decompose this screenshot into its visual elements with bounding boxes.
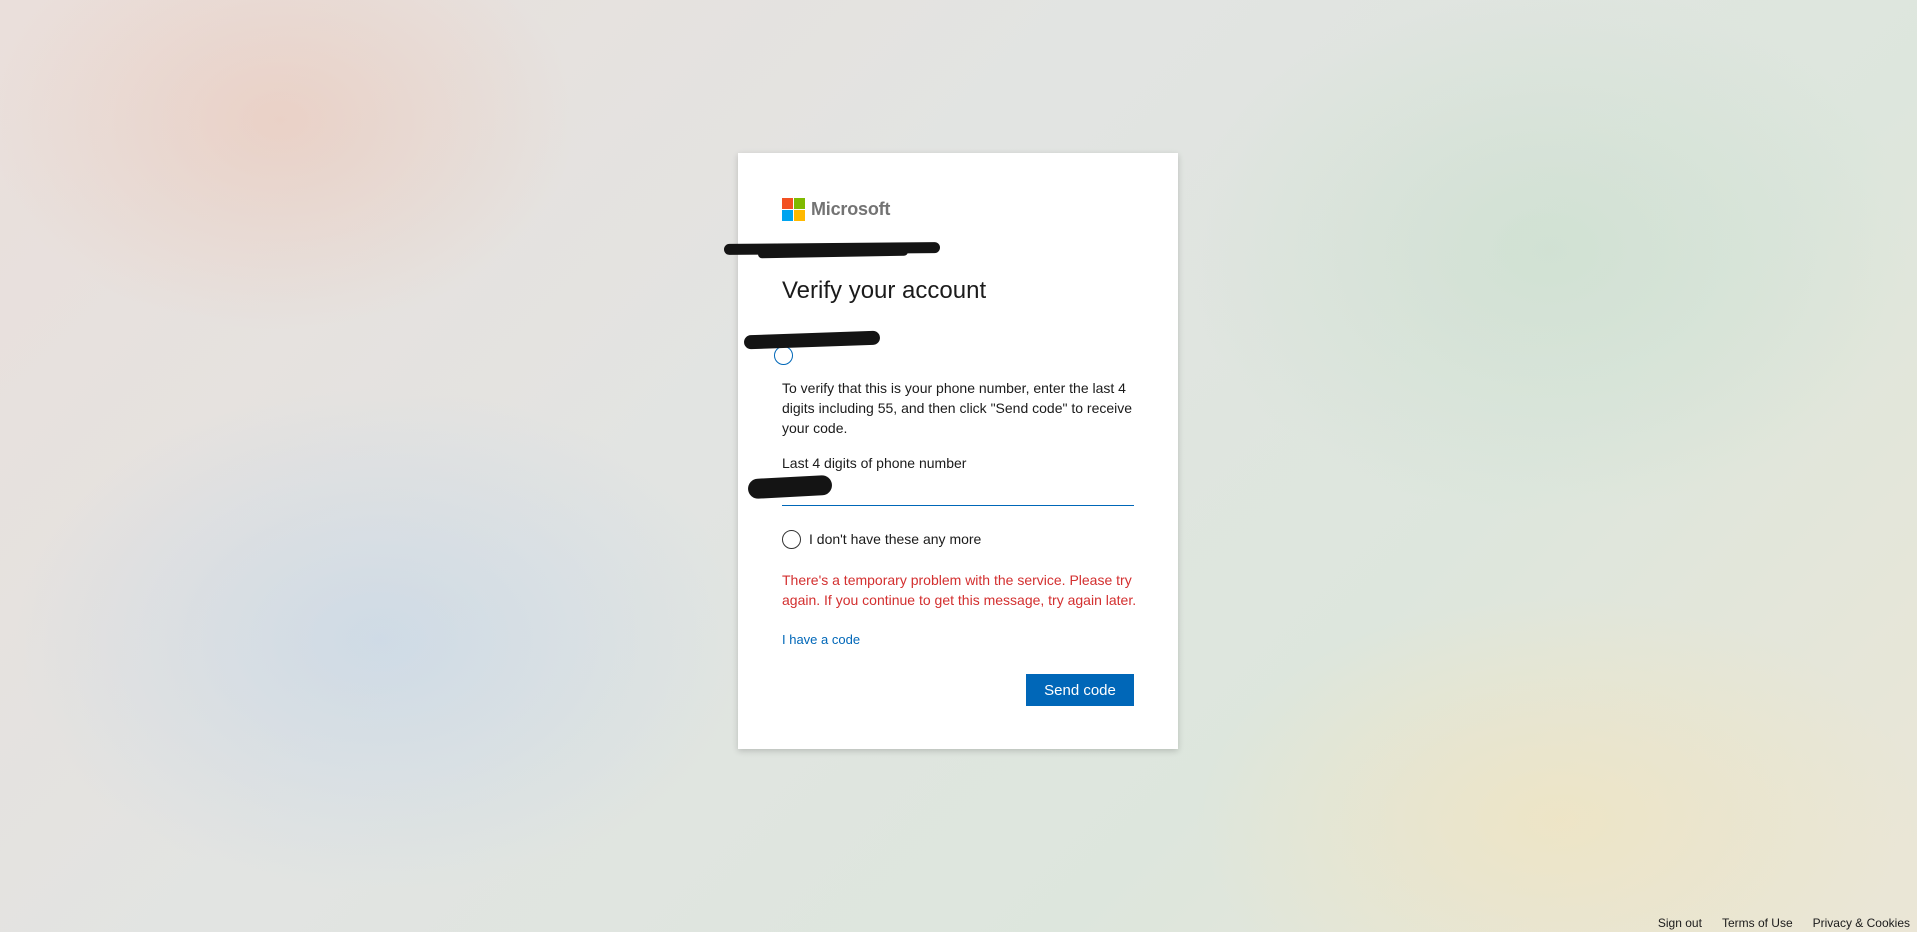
redaction-scribble-account-2 bbox=[757, 247, 909, 259]
sign-out-link[interactable]: Sign out bbox=[1658, 916, 1702, 930]
logo-square-yellow bbox=[794, 210, 805, 221]
brand-name: Microsoft bbox=[811, 199, 891, 219]
terms-of-use-link[interactable]: Terms of Use bbox=[1722, 916, 1793, 930]
no-access-option-radio[interactable] bbox=[782, 530, 801, 549]
verification-description: To verify that this is your phone number… bbox=[782, 380, 1133, 436]
phone-digits-input[interactable] bbox=[782, 475, 1134, 506]
error-message: There's a temporary problem with the ser… bbox=[782, 572, 1137, 608]
microsoft-logo-icon bbox=[782, 198, 805, 221]
have-code-link[interactable]: I have a code bbox=[782, 632, 860, 647]
phone-digits-label: Last 4 digits of phone number bbox=[782, 455, 967, 471]
no-access-option-label[interactable]: I don't have these any more bbox=[809, 531, 981, 547]
page-title: Verify your account bbox=[782, 277, 987, 304]
microsoft-logo: Microsoft bbox=[782, 198, 890, 221]
verify-card: Microsoft Verify your account To verify … bbox=[723, 153, 1178, 749]
logo-square-green bbox=[794, 198, 805, 209]
privacy-cookies-link[interactable]: Privacy & Cookies bbox=[1813, 916, 1910, 930]
footer-links: Sign out Terms of Use Privacy & Cookies bbox=[1658, 916, 1910, 930]
send-code-button[interactable]: Send code bbox=[1026, 674, 1134, 706]
logo-square-blue bbox=[782, 210, 793, 221]
logo-square-red bbox=[782, 198, 793, 209]
redaction-scribble-option bbox=[743, 330, 881, 350]
phone-option-radio[interactable] bbox=[774, 346, 793, 365]
